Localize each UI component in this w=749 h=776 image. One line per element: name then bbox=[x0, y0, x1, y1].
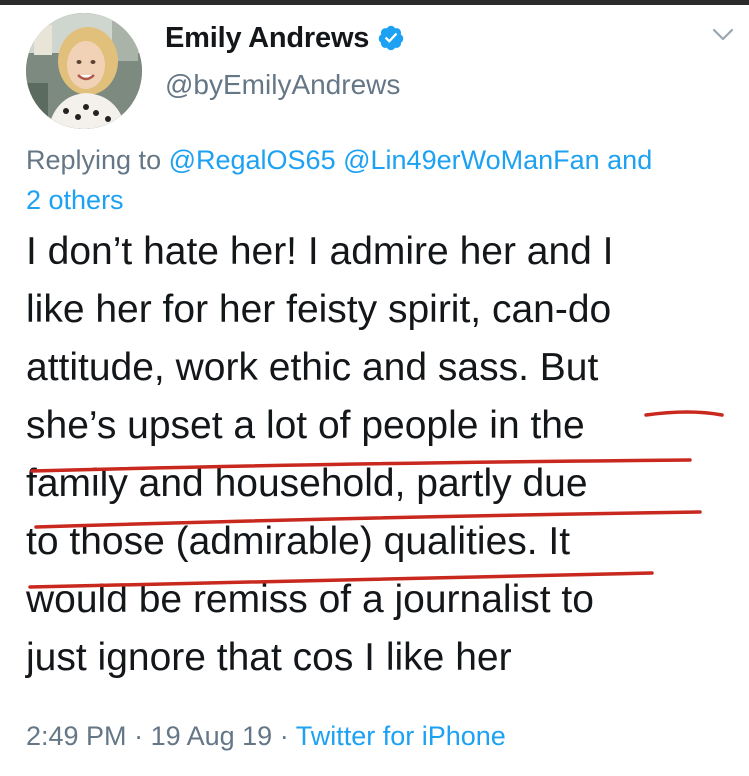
tweet-text-line: she’s upset a lot of people in the bbox=[26, 404, 585, 447]
chevron-down-icon[interactable] bbox=[712, 27, 734, 43]
others-link[interactable]: 2 others bbox=[26, 185, 124, 215]
tweet-card: Emily Andrews @byEmilyAndrews Replying t… bbox=[0, 5, 749, 776]
tweet-source-link[interactable]: Twitter for iPhone bbox=[296, 721, 506, 751]
tweet-text-line: to those (admirable) qualities. It bbox=[26, 520, 571, 563]
replying-prefix: Replying to bbox=[26, 145, 169, 175]
tweet-time[interactable]: 2:49 PM bbox=[26, 721, 127, 751]
verified-badge-icon bbox=[378, 25, 404, 51]
profile-photo bbox=[26, 13, 142, 129]
meta-separator: · bbox=[272, 721, 296, 751]
tweet-text: I don’t hate her! I admire her and I lik… bbox=[26, 223, 726, 687]
meta-separator: · bbox=[126, 721, 151, 751]
tweet-meta: 2:49 PM · 19 Aug 19 · Twitter for iPhone bbox=[26, 721, 506, 752]
mention-link[interactable]: @Lin49erWoManFan bbox=[343, 145, 600, 175]
replying-to: Replying to @RegalOS65 @Lin49erWoManFan … bbox=[26, 140, 741, 220]
tweet-text-line: I don’t hate her! I admire her and I bbox=[26, 230, 614, 273]
tweet-text-line: family and household, partly due bbox=[26, 462, 588, 505]
tweet-text-line: would be remiss of a journalist to bbox=[26, 578, 594, 621]
tweet-text-line: just ignore that cos I like her bbox=[26, 636, 512, 679]
avatar[interactable] bbox=[26, 13, 142, 129]
tweet-text-line: like her for her feisty spirit, can-do bbox=[26, 288, 612, 331]
replying-joiner: and bbox=[599, 145, 653, 175]
tweet-text-line: attitude, work ethic and sass. But bbox=[26, 346, 599, 389]
tweet-date[interactable]: 19 Aug 19 bbox=[151, 721, 273, 751]
handle[interactable]: @byEmilyAndrews bbox=[165, 69, 405, 101]
display-name[interactable]: Emily Andrews bbox=[165, 22, 369, 55]
tweet-header: Emily Andrews @byEmilyAndrews bbox=[165, 15, 405, 125]
mention-link[interactable]: @RegalOS65 bbox=[169, 145, 336, 175]
name-row: Emily Andrews bbox=[165, 15, 405, 61]
